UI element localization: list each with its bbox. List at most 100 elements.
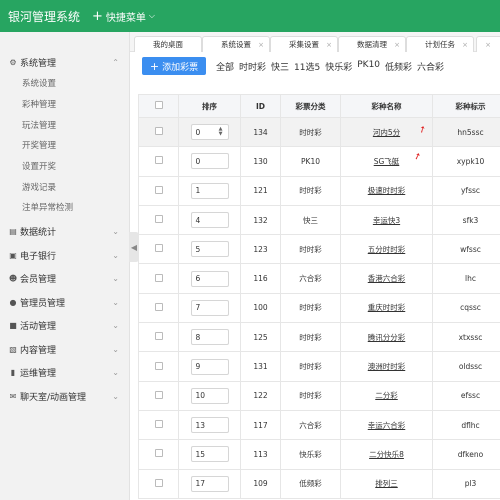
row-checkbox[interactable] bbox=[154, 420, 163, 429]
filter-all[interactable]: 全部 bbox=[216, 60, 234, 73]
quick-menu-button[interactable]: + 快捷菜单 ⌵ bbox=[92, 9, 155, 24]
lottery-name-link[interactable]: 极速时时彩 bbox=[368, 186, 406, 195]
sidebar-group-system[interactable]: ⚙ 系统管理 ⌃ bbox=[0, 51, 129, 73]
lottery-name-link[interactable]: 香港六合彩 bbox=[368, 274, 406, 283]
chevron-down-icon: ⌄ bbox=[112, 368, 119, 378]
sidebar-item-play-modes[interactable]: 玩法管理 bbox=[0, 114, 129, 135]
sort-cell: 7 bbox=[178, 292, 241, 324]
tab-collect-settings[interactable]: 采集设置 × bbox=[270, 36, 338, 52]
lottery-name-link[interactable]: 二分彩 bbox=[375, 391, 398, 400]
lottery-name-link[interactable]: 五分时时彩 bbox=[368, 245, 406, 254]
sort-cell: 17 bbox=[178, 468, 241, 499]
close-icon[interactable]: × bbox=[258, 41, 264, 49]
toolbar: + 添加彩票 全部 时时彩 快三 11选5 快乐彩 PK10 低频彩 六合彩 bbox=[130, 52, 500, 80]
row-checkbox[interactable] bbox=[154, 449, 163, 458]
sidebar-group-label: 聊天室/动画管理 bbox=[20, 392, 87, 403]
sort-input[interactable]: 0 ▲ ▼ bbox=[190, 124, 229, 141]
row-checkbox[interactable] bbox=[154, 302, 163, 311]
sort-input[interactable]: 4 bbox=[190, 212, 229, 229]
lottery-name-link[interactable]: 幸运快3 bbox=[373, 216, 400, 225]
select-all-checkbox[interactable] bbox=[154, 101, 163, 109]
name-cell: 极速时时彩 bbox=[340, 175, 433, 206]
sidebar-group-chatroom[interactable]: ✉ 聊天室/动画管理 ⌄ bbox=[0, 385, 129, 407]
lottery-name-link[interactable]: 二分快乐8 bbox=[369, 450, 404, 459]
plus-icon: + bbox=[92, 8, 103, 24]
row-checkbox[interactable] bbox=[154, 361, 163, 370]
row-checkbox[interactable] bbox=[154, 244, 163, 253]
chevron-down-icon: ⌵ bbox=[148, 11, 155, 20]
filter-11x5[interactable]: 11选5 bbox=[294, 60, 320, 73]
filter-ssc[interactable]: 时时彩 bbox=[239, 60, 266, 73]
tab-data-cleanup[interactable]: 数据清理 × bbox=[338, 36, 406, 52]
lottery-name-link[interactable]: 排列三 bbox=[375, 479, 398, 488]
lottery-name-link[interactable]: 幸运六合彩 bbox=[368, 421, 406, 430]
row-checkbox[interactable] bbox=[154, 127, 163, 136]
category-cell: 时时彩 bbox=[280, 292, 341, 324]
lottery-name-link[interactable]: 澳洲时时彩 bbox=[368, 362, 406, 371]
sidebar-group-ops[interactable]: ▮ 运维管理 ⌄ bbox=[0, 362, 129, 384]
row-checkbox[interactable] bbox=[154, 390, 163, 399]
sort-input[interactable]: 10 bbox=[190, 387, 229, 404]
name-cell: 腾讯分分彩 bbox=[340, 322, 433, 353]
sort-input[interactable]: 1 bbox=[190, 182, 229, 199]
row-checkbox[interactable] bbox=[154, 156, 163, 165]
lottery-name-link[interactable]: 腾讯分分彩 bbox=[368, 333, 406, 342]
sort-input[interactable]: 8 bbox=[190, 329, 229, 346]
close-icon[interactable]: × bbox=[485, 41, 491, 49]
table-body: 0 ▲ ▼ 134 时时彩 河内5分 hn5ssc 0 130 PK10 SG飞艇 xypk10 1 12… bbox=[138, 116, 500, 499]
row-checkbox[interactable] bbox=[154, 185, 163, 194]
header-code: 彩种标示 bbox=[432, 94, 500, 118]
sidebar-item-set-draw[interactable]: 设置开奖 bbox=[0, 156, 129, 177]
filter-lhc[interactable]: 六合彩 bbox=[417, 60, 444, 73]
row-checkbox-cell bbox=[138, 234, 179, 265]
sidebar-item-system-settings[interactable]: 系统设置 bbox=[0, 73, 129, 94]
sort-input[interactable]: 0 bbox=[190, 153, 229, 170]
sidebar-group-admins[interactable]: ● 管理员管理 ⌄ bbox=[0, 291, 129, 313]
id-cell: 117 bbox=[240, 409, 281, 441]
add-lottery-button[interactable]: + 添加彩票 bbox=[142, 57, 206, 75]
sidebar-group-statistics[interactable]: ▤ 数据统计 ⌄ bbox=[0, 221, 129, 243]
sidebar-item-draw-management[interactable]: 开奖管理 bbox=[0, 135, 129, 156]
sidebar-group-activities[interactable]: ■ 活动管理 ⌄ bbox=[0, 315, 129, 337]
close-icon[interactable]: × bbox=[326, 41, 332, 49]
sidebar-group-label: 系统管理 bbox=[20, 58, 57, 69]
tab-overflow[interactable]: × bbox=[476, 36, 500, 52]
sort-input[interactable]: 7 bbox=[190, 299, 229, 316]
sort-input[interactable]: 9 bbox=[190, 358, 229, 375]
row-checkbox[interactable] bbox=[154, 332, 163, 341]
filter-kl[interactable]: 快乐彩 bbox=[325, 60, 352, 73]
sidebar-group-label: 电子银行 bbox=[20, 251, 57, 262]
row-checkbox[interactable] bbox=[154, 273, 163, 282]
sort-input[interactable]: 5 bbox=[190, 241, 229, 258]
sort-input[interactable]: 13 bbox=[190, 417, 229, 434]
filter-low-freq[interactable]: 低频彩 bbox=[385, 60, 412, 73]
lottery-name-link[interactable]: SG飞艇 bbox=[374, 157, 400, 166]
tab-desktop[interactable]: 我的桌面 bbox=[134, 36, 202, 52]
sidebar-item-lottery-types[interactable]: 彩种管理 bbox=[0, 94, 129, 115]
code-cell: lhc bbox=[432, 263, 500, 294]
category-cell: 时时彩 bbox=[280, 175, 341, 206]
tab-system-settings[interactable]: 系统设置 × bbox=[202, 36, 270, 52]
sidebar-group-members[interactable]: ☻ 会员管理 ⌄ bbox=[0, 268, 129, 290]
close-icon[interactable]: × bbox=[394, 41, 400, 49]
lottery-name-link[interactable]: 重庆时时彩 bbox=[368, 303, 406, 312]
sort-input[interactable]: 6 bbox=[190, 270, 229, 287]
filter-pk10[interactable]: PK10 bbox=[357, 60, 380, 73]
spinner-icon[interactable]: ▲ ▼ bbox=[217, 127, 225, 137]
row-checkbox[interactable] bbox=[154, 478, 163, 487]
plus-icon: + bbox=[149, 59, 160, 73]
sidebar-group-ebank[interactable]: ▣ 电子银行 ⌄ bbox=[0, 244, 129, 266]
name-cell: 重庆时时彩 bbox=[340, 292, 433, 324]
sidebar-item-game-records[interactable]: 游戏记录 bbox=[0, 176, 129, 197]
sidebar-group-content[interactable]: ▧ 内容管理 ⌄ bbox=[0, 338, 129, 360]
sidebar-item-bet-anomaly[interactable]: 注单异常检测 bbox=[0, 197, 129, 218]
name-cell: 幸运六合彩 bbox=[340, 409, 433, 441]
row-checkbox[interactable] bbox=[154, 215, 163, 224]
close-icon[interactable]: × bbox=[462, 41, 468, 49]
lottery-name-link[interactable]: 河内5分 bbox=[373, 128, 400, 137]
sort-input[interactable]: 15 bbox=[190, 446, 229, 463]
table-row: 4 132 快三 幸运快3 sfk3 bbox=[138, 204, 500, 236]
sort-input[interactable]: 17 bbox=[190, 475, 229, 492]
filter-k3[interactable]: 快三 bbox=[271, 60, 289, 73]
tab-scheduled-tasks[interactable]: 计划任务 × bbox=[406, 36, 474, 52]
